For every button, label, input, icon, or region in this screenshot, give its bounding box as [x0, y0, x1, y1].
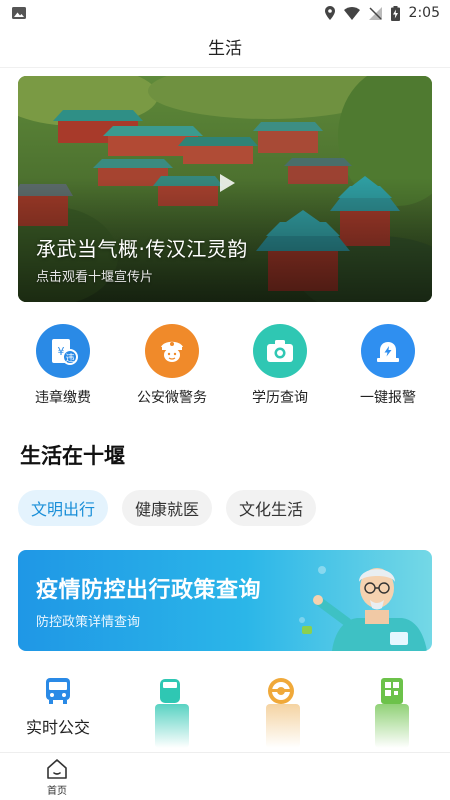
- section-title: 生活在十堰: [20, 444, 125, 468]
- location-icon: [324, 6, 335, 20]
- banner-subtitle: 点击观看十堰宣传片: [36, 270, 154, 285]
- policy-card-subtitle: 防控政策详情查询: [36, 615, 141, 630]
- fade-overlay: [155, 704, 189, 748]
- service-education[interactable]: 学历查询: [224, 324, 336, 407]
- qr-code-icon: [381, 678, 403, 704]
- service-label: 公安微警务: [137, 390, 207, 406]
- wifi-icon: [343, 6, 360, 20]
- tab-civilized-travel[interactable]: 文明出行: [18, 490, 109, 526]
- bus-icon: [46, 678, 70, 704]
- camera-icon: [253, 324, 307, 378]
- car-icon: [160, 679, 180, 703]
- police-officer-icon: [145, 324, 199, 378]
- feature-label: 实时公交: [25, 718, 90, 737]
- play-icon[interactable]: [218, 173, 236, 193]
- header: 生活: [0, 26, 450, 68]
- nav-item-home[interactable]: 首页: [33, 757, 81, 797]
- nav-item-label: 首页: [47, 786, 67, 797]
- service-traffic-fine[interactable]: ¥ 违 违章缴费: [7, 324, 119, 407]
- feature-car-service[interactable]: [114, 676, 226, 748]
- service-label: 一键报警: [360, 390, 416, 406]
- tab-cultural-life[interactable]: 文化生活: [226, 490, 317, 526]
- feature-qr-code[interactable]: [336, 676, 448, 748]
- feature-realtime-bus[interactable]: 实时公交: [2, 676, 114, 738]
- tab-health-medical[interactable]: 健康就医: [122, 490, 213, 526]
- alarm-light-icon: [361, 324, 415, 378]
- traffic-fine-icon: ¥ 违: [36, 324, 90, 378]
- status-bar: 2:05: [0, 0, 450, 26]
- battery-charging-icon: [390, 5, 400, 21]
- promo-video-banner[interactable]: 承武当气概·传汉江灵韵 点击观看十堰宣传片: [18, 76, 432, 302]
- category-tabs: 文明出行 健康就医 文化生活: [18, 490, 317, 526]
- service-alarm[interactable]: 一键报警: [332, 324, 444, 407]
- epidemic-policy-card[interactable]: 疫情防控出行政策查询 防控政策详情查询: [18, 550, 432, 651]
- doctor-illustration: [299, 566, 427, 651]
- feature-driving[interactable]: [225, 676, 337, 748]
- banner-title: 承武当气概·传汉江灵韵: [36, 237, 248, 261]
- no-sim-icon: [368, 6, 382, 20]
- page-title: 生活: [208, 39, 242, 59]
- fade-overlay: [375, 704, 409, 748]
- policy-card-title: 疫情防控出行政策查询: [36, 578, 262, 603]
- feature-tiles: 实时公交: [0, 676, 450, 752]
- home-icon: [47, 759, 67, 779]
- service-label: 学历查询: [252, 390, 308, 406]
- image-icon: [12, 7, 26, 19]
- service-label: 违章缴费: [35, 390, 91, 406]
- bottom-nav: 首页: [0, 752, 450, 800]
- status-time: 2:05: [408, 5, 440, 21]
- fade-overlay: [266, 704, 300, 748]
- svg-text:违: 违: [65, 353, 74, 364]
- service-police[interactable]: 公安微警务: [116, 324, 228, 407]
- steering-wheel-icon: [268, 678, 294, 704]
- quick-services: ¥ 违 违章缴费 公安微警务 学历查询 一键报警: [0, 324, 450, 414]
